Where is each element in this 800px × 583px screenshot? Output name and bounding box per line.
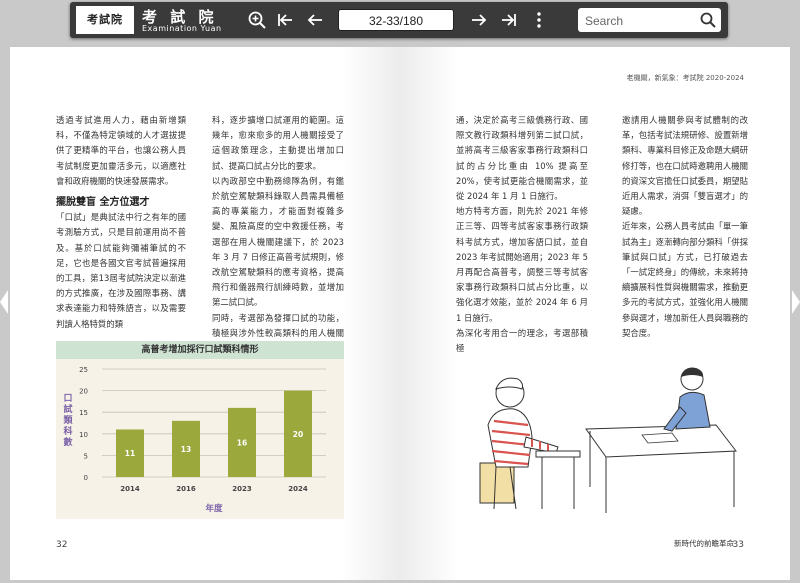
y-tick-label: 10 <box>79 431 88 439</box>
prev-page-icon[interactable] <box>304 9 326 31</box>
paragraph: 科，逐步擴增口試運用的範圍。這幾年，愈來愈多的用人機關接受了這個政策理念，主動提… <box>212 115 344 171</box>
bar-value-label: 16 <box>237 438 247 447</box>
paragraph: 以內政部空中勤務總隊為例，有鑑於航空駕駛類科錄取人員需具備極高的專業能力，才能面… <box>212 175 344 308</box>
x-tick-label: 2014 <box>120 485 140 493</box>
y-tick-label: 15 <box>79 409 88 417</box>
paragraph: 透過考試進用人力，藉由新增類科，不僅為特定領域的人才選拔提供了更精準的平台，也讓… <box>56 115 186 186</box>
first-page-icon[interactable] <box>274 9 296 31</box>
y-axis-label: 科 <box>63 425 72 437</box>
paragraph: 邀請用人機關參與考試體制的改革，包括考試法規研修、設置新增類科、專業科目修正及命… <box>622 115 748 217</box>
right-column-2: 邀請用人機關參與考試體制的改革，包括考試法規研修、設置新增類科、專業科目修正及命… <box>622 113 748 341</box>
next-page-icon[interactable] <box>468 9 490 31</box>
y-tick-label: 25 <box>79 366 88 374</box>
left-column-2: 科，逐步擴增口試運用的範圍。這幾年，愈來愈多的用人機關接受了這個政策理念，主動提… <box>212 113 344 356</box>
book-spread: 透過考試進用人力，藉由新增類科，不僅為特定領域的人才選拔提供了更精準的平台，也讓… <box>10 47 790 580</box>
chart-title: 高普考增加採行口試類科情形 <box>56 341 344 359</box>
y-axis-label: 數 <box>63 436 73 448</box>
more-icon[interactable] <box>528 9 550 31</box>
paragraph: 近年來，公務人員考試由「單一筆試為主」逐漸轉向部分類科「併採筆試與口試」方式，已… <box>622 221 748 338</box>
y-tick-label: 20 <box>79 388 88 396</box>
paragraph: 為深化考用合一的理念，考選部積極 <box>456 327 588 354</box>
x-axis-label: 年度 <box>205 503 223 514</box>
section-heading: 擺脫雙盲 全方位選才 <box>56 197 150 209</box>
x-tick-label: 2023 <box>232 485 252 493</box>
left-page: 透過考試進用人力，藉由新增類科，不僅為特定領域的人才選拔提供了更精準的平台，也讓… <box>10 47 400 580</box>
page-number-left: 32 <box>56 540 68 550</box>
last-page-icon[interactable] <box>498 9 520 31</box>
page-number-right: 33 <box>732 540 744 550</box>
y-axis-label: 試 <box>63 403 72 415</box>
bar-chart: 高普考增加採行口試類科情形 0 5 10 15 20 25 11 2014 13 2016 16 20… <box>56 341 344 519</box>
right-column-1: 通，決定於高考三級僑務行政、國際文教行政類科增列第二試口試，並將高考三級客家事務… <box>456 113 588 356</box>
x-tick-label: 2024 <box>288 485 308 493</box>
prev-spread-arrow[interactable] <box>0 290 8 314</box>
y-tick-label: 0 <box>84 474 88 482</box>
bar-value-label: 13 <box>181 445 191 454</box>
right-page: 老機關，新氣象：考試院 2020-2024 通，決定於高考三級僑務行政、國際文教… <box>400 47 790 580</box>
y-axis-label: 口 <box>63 393 72 404</box>
interview-illustration <box>479 367 737 513</box>
next-spread-arrow[interactable] <box>792 290 800 314</box>
search-input[interactable] <box>583 11 697 31</box>
x-tick-label: 2016 <box>176 485 196 493</box>
brand-name-en: Examination Yuan <box>142 24 222 33</box>
paragraph: 「口試」是典試法中行之有年的國考測驗方式，只是目前運用尚不普及。基於口試能夠彌補… <box>56 212 186 329</box>
chart-plot: 0 5 10 15 20 25 11 2014 13 2016 16 2023 20 2024 年度 口試類科… <box>62 366 326 514</box>
viewer-toolbar: 考試院 考 試 院 Examination Yuan 32-33/180 <box>70 2 728 38</box>
bar-value-label: 20 <box>293 430 303 439</box>
examination-yuan-logo: 考試院 <box>76 6 134 34</box>
search-icon[interactable] <box>699 11 717 29</box>
paragraph: 通，決定於高考三級僑務行政、國際文教行政類科增列第二試口試，並將高考三級客家事務… <box>456 115 588 202</box>
running-head: 老機關，新氣象：考試院 2020-2024 <box>626 74 744 82</box>
search-box <box>578 8 721 32</box>
zoom-in-icon[interactable] <box>246 9 268 31</box>
y-axis-label: 類 <box>62 414 73 426</box>
page-indicator[interactable]: 32-33/180 <box>338 9 454 31</box>
paragraph: 地方特考方面，則先於 2021 年修正三等、四等考試客家事務行政類科考試方式，增… <box>456 206 588 323</box>
footer-title: 新時代的前瞻革命 <box>674 539 734 548</box>
left-column-1: 透過考試進用人力，藉由新增類科，不僅為特定領域的人才選拔提供了更精準的平台，也讓… <box>56 113 186 332</box>
bar-value-label: 11 <box>125 449 135 458</box>
y-tick-label: 5 <box>84 452 88 460</box>
